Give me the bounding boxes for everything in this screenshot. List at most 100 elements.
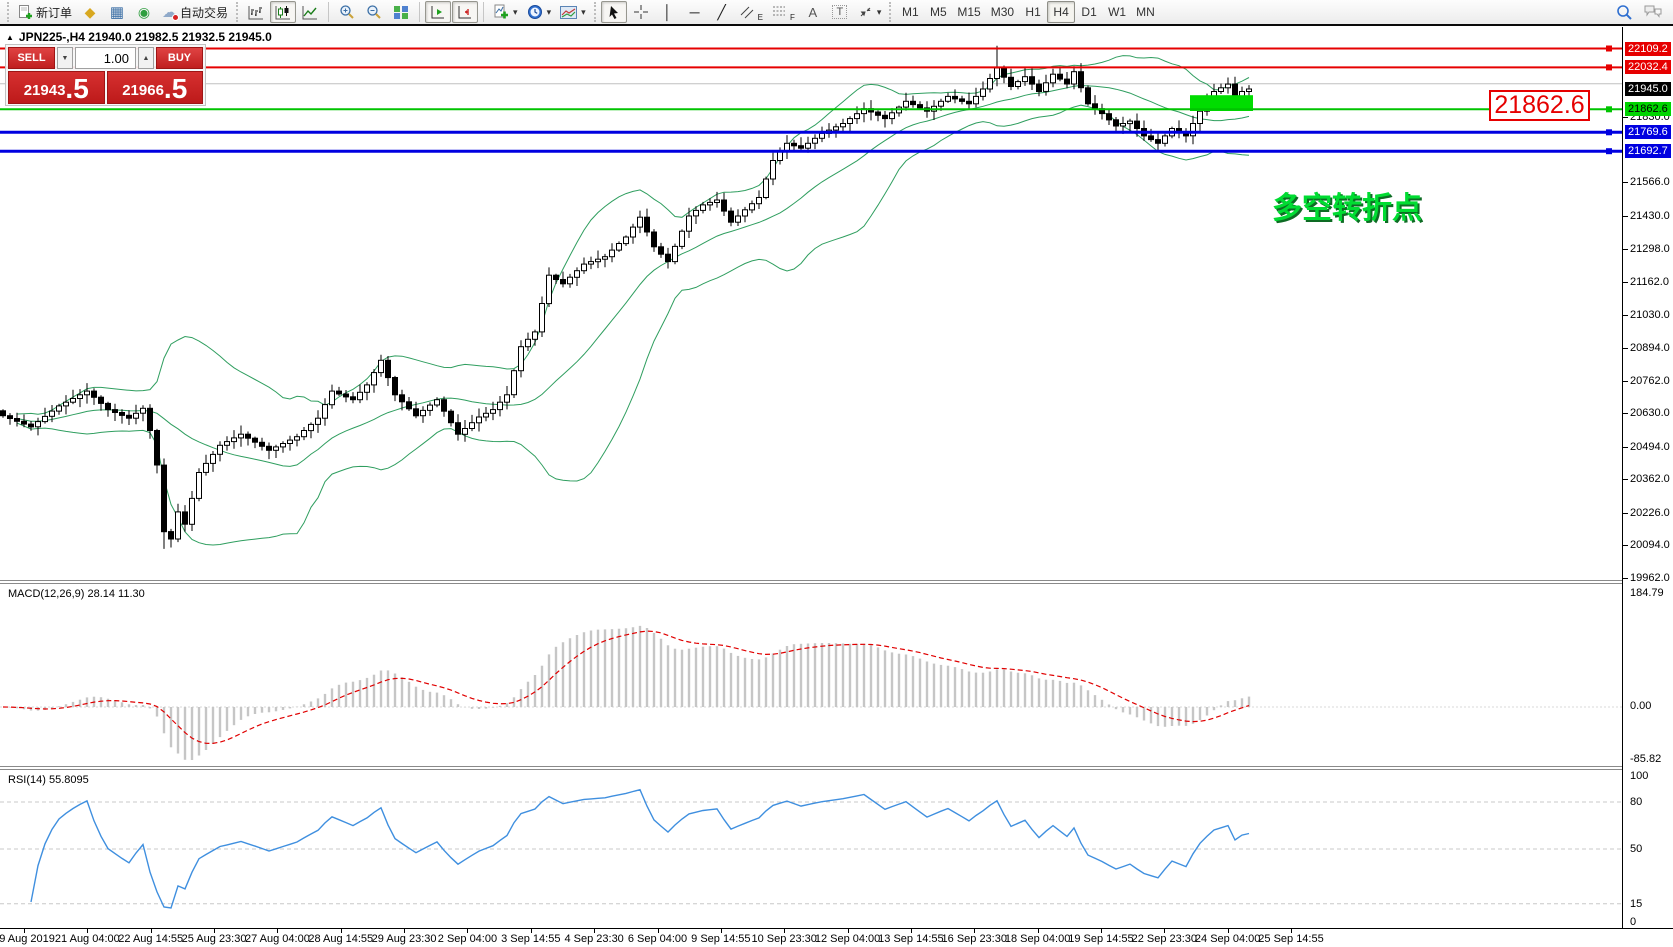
tile-windows-button[interactable]	[388, 1, 414, 23]
tab-timeframe-H4[interactable]: H4	[1047, 1, 1076, 23]
cursor-icon	[609, 5, 618, 19]
sell-price-int: 21943	[23, 82, 66, 99]
signal-button[interactable]: ◉	[131, 1, 157, 23]
chart-window[interactable]: 19 Aug 201921 Aug 04:0022 Aug 14:5525 Au…	[0, 27, 1673, 947]
tab-timeframe-M15[interactable]: M15	[952, 1, 985, 23]
template-icon	[560, 5, 578, 19]
toolbar-drag-handle[interactable]	[889, 2, 892, 22]
periods-button[interactable]: ▾	[523, 1, 556, 23]
channel-letter: E	[757, 13, 763, 22]
label-tool-icon: T	[832, 5, 848, 19]
time-axis[interactable]: 19 Aug 201921 Aug 04:0022 Aug 14:5525 Au…	[0, 928, 1673, 947]
bar-chart-icon	[248, 5, 264, 19]
tab-timeframe-MN[interactable]: MN	[1131, 1, 1160, 23]
price-line-label: 22032.4	[1625, 60, 1671, 75]
time-axis-label: 22 Sep 23:30	[1131, 933, 1198, 945]
macd-axis-label: -85.82	[1630, 753, 1662, 765]
crosshair-tool-button[interactable]	[628, 1, 654, 23]
tab-timeframe-D1[interactable]: D1	[1075, 1, 1103, 23]
toolbar-drag-handle[interactable]	[7, 2, 10, 22]
volume-up-button[interactable]: ▲	[138, 47, 154, 69]
new-order-icon	[19, 4, 32, 19]
price-tick-label: 21298.0	[1630, 242, 1670, 255]
new-order-label: 新订单	[36, 5, 73, 20]
price-axis[interactable]: 21830.0 21566.0 21430.0 21298.0 21162.0 21030…	[1622, 27, 1673, 928]
sell-price-frac: .5	[65, 73, 89, 104]
price-tick-mark	[1623, 117, 1628, 119]
price-tick-label: 20894.0	[1630, 342, 1670, 355]
search-icon[interactable]	[1616, 4, 1633, 21]
market-watch-button[interactable]: ▦	[104, 1, 130, 23]
rsi-axis-label: 15	[1630, 897, 1643, 910]
candlestick-chart-button[interactable]	[270, 1, 297, 23]
toolbar-drag-handle[interactable]	[236, 2, 239, 22]
time-axis-label: 25 Sep 14:55	[1258, 933, 1324, 945]
bollinger-bands[interactable]	[16, 55, 1250, 546]
buy-price-frac: .5	[163, 73, 188, 104]
horizontal-line-object[interactable]	[0, 129, 1622, 136]
time-axis-label: 3 Sep 14:55	[501, 933, 561, 945]
horizontal-line-object[interactable]	[0, 106, 1622, 113]
fibonacci-tool-button[interactable]: F	[768, 1, 799, 23]
time-axis-label: 22 Aug 14:55	[118, 933, 184, 945]
tab-timeframe-M5[interactable]: M5	[924, 1, 952, 23]
toolbar-drag-handle[interactable]	[593, 2, 597, 22]
chart-shift-icon	[458, 5, 472, 18]
candles[interactable]	[0, 45, 1252, 549]
horizontal-line-tool-button[interactable]: ─	[682, 1, 708, 23]
time-axis-label: 18 Sep 04:00	[1004, 933, 1071, 945]
turning-point-annotation[interactable]: 多空转折点	[1272, 183, 1422, 227]
zoom-out-button[interactable]	[361, 1, 387, 23]
rsi-axis-label: 50	[1630, 843, 1643, 855]
sell-price-button[interactable]: 21943.5	[8, 71, 105, 104]
text-tool-button[interactable]: A	[800, 1, 826, 23]
label-tool-button[interactable]: T	[827, 1, 853, 23]
price-callout-box[interactable]: 21862.6	[1489, 90, 1590, 121]
price-tick-mark	[1623, 314, 1628, 316]
profile-button[interactable]: ◆	[77, 1, 103, 23]
volume-down-button[interactable]: ▼	[57, 47, 73, 69]
rsi-panel[interactable]	[0, 770, 1622, 928]
horizontal-line-object[interactable]	[0, 64, 1622, 71]
cursor-tool-button[interactable]	[600, 1, 627, 23]
autotrade-cloud-icon: ☁	[162, 4, 180, 21]
time-axis-label: 28 Aug 14:55	[308, 933, 374, 945]
time-axis-label: 29 Aug 23:30	[371, 933, 437, 945]
horizontal-line-object[interactable]	[0, 148, 1622, 155]
macd-axis-label: 0.00	[1630, 700, 1652, 713]
bar-chart-button[interactable]	[243, 1, 269, 23]
tab-timeframe-W1[interactable]: W1	[1103, 1, 1131, 23]
volume-input[interactable]: 1.00	[75, 47, 136, 69]
rsi-indicator-label: RSI(14) 55.8095	[8, 774, 89, 786]
sell-button[interactable]: SELL	[8, 47, 55, 69]
channel-tool-button[interactable]: E	[736, 1, 767, 23]
horizontal-line-object[interactable]	[0, 45, 1622, 52]
arrows-tool-button[interactable]: ▾	[854, 1, 886, 23]
chat-icon[interactable]	[1643, 4, 1663, 20]
price-tick-label: 20094.0	[1630, 539, 1670, 552]
vertical-line-tool-button[interactable]: │	[655, 1, 681, 23]
price-tick-label: 21566.0	[1630, 176, 1670, 189]
tab-timeframe-M30[interactable]: M30	[986, 1, 1019, 23]
buy-price-button[interactable]: 21966.5	[106, 71, 203, 104]
tab-timeframe-H1[interactable]: H1	[1019, 1, 1047, 23]
trendline-tool-button[interactable]: ╱	[709, 1, 735, 23]
main-price-chart[interactable]	[0, 27, 1622, 580]
macd-panel[interactable]	[0, 584, 1622, 766]
zoom-in-button[interactable]	[334, 1, 360, 23]
collapse-arrow-icon[interactable]: ▲	[6, 33, 14, 42]
macd-axis-label: 184.79	[1630, 587, 1664, 599]
auto-scroll-button[interactable]	[425, 1, 452, 23]
new-order-button[interactable]: 新订单	[14, 1, 76, 23]
line-chart-button[interactable]	[297, 1, 323, 23]
indicators-button[interactable]: ▾	[489, 1, 522, 23]
one-click-trade-panel: SELL ▼ 1.00 ▲ BUY 21943.5 21966.5	[5, 44, 206, 106]
template-button[interactable]: ▾	[556, 1, 590, 23]
autotrade-button[interactable]: ☁ 自动交易	[158, 1, 232, 23]
price-tick-mark	[1623, 446, 1628, 448]
buy-button[interactable]: BUY	[156, 47, 203, 69]
chart-shift-button[interactable]	[452, 1, 479, 23]
tab-timeframe-M1[interactable]: M1	[896, 1, 924, 23]
price-tick-mark	[1623, 413, 1628, 415]
price-tick-label: 19962.0	[1630, 572, 1670, 584]
